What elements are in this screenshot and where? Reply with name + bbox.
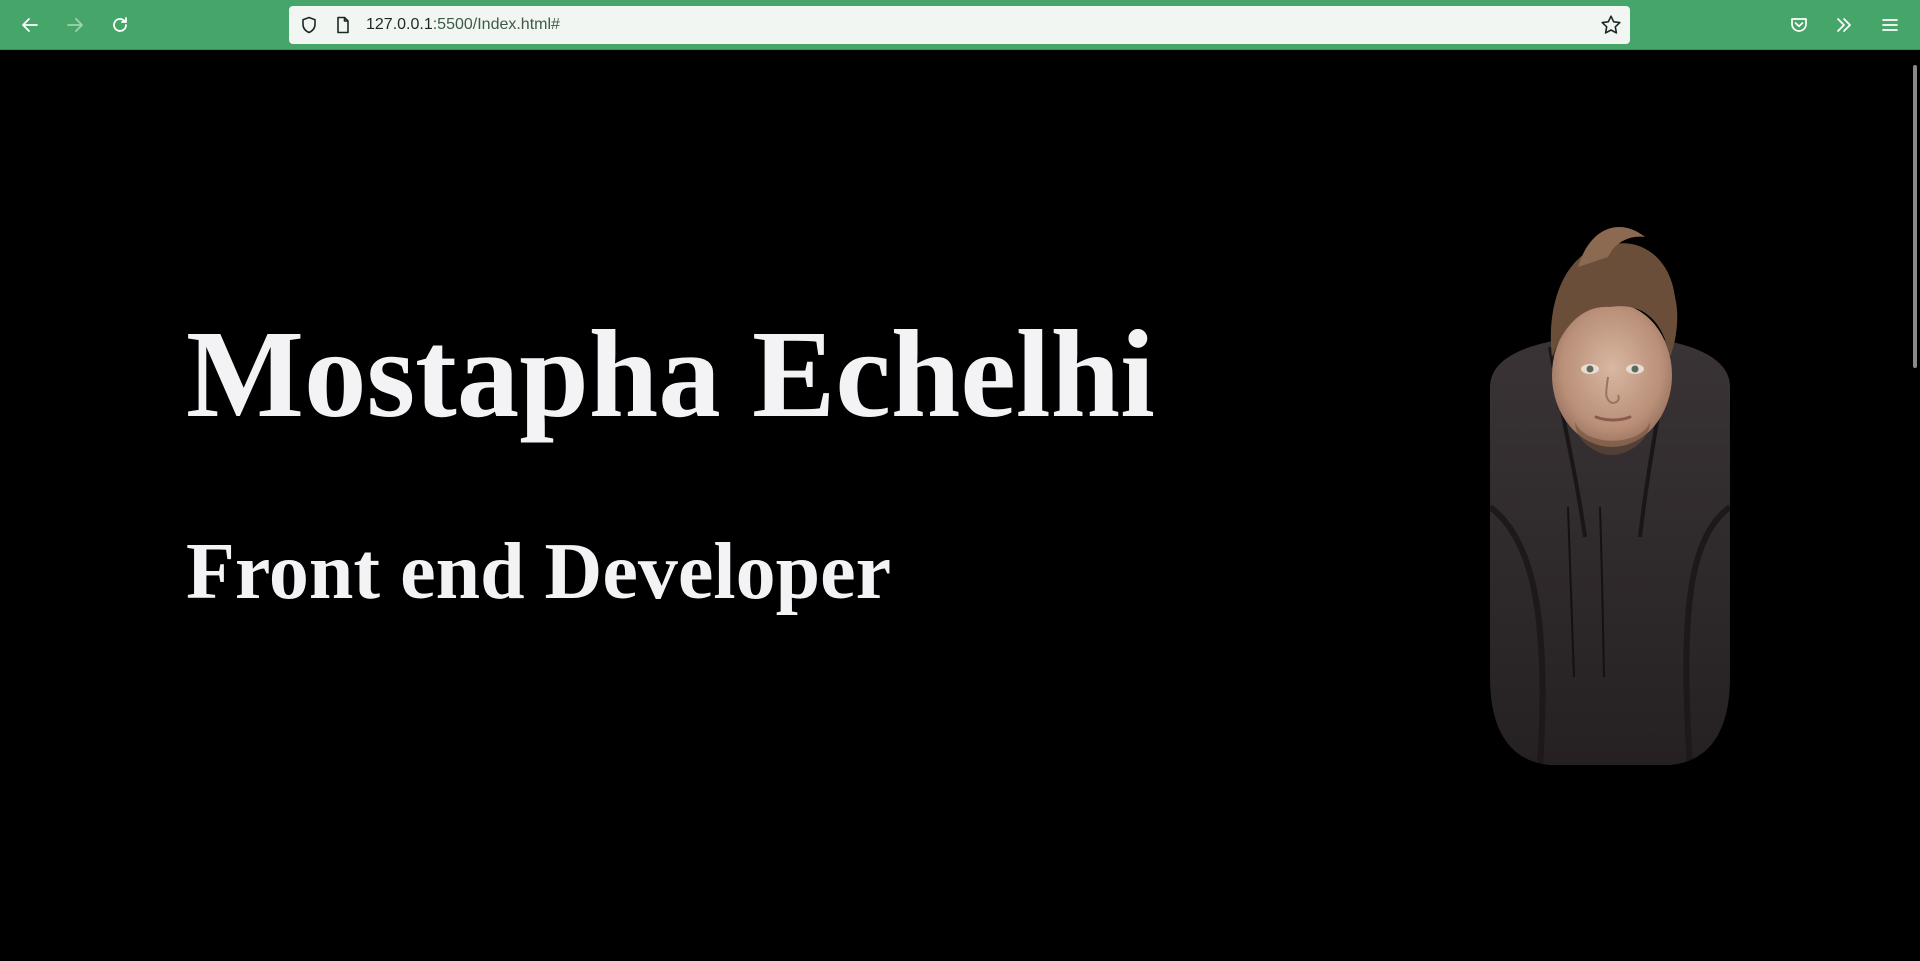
hero-name: Mostapha Echelhi xyxy=(186,306,1155,444)
forward-button[interactable] xyxy=(59,9,91,41)
scrollbar-thumb[interactable] xyxy=(1913,65,1917,368)
hamburger-menu-icon xyxy=(1882,19,1898,31)
pocket-icon xyxy=(1791,18,1807,32)
reload-icon xyxy=(113,17,127,32)
url-path: :5500/Index.html# xyxy=(432,16,560,33)
page-scrollbar[interactable] xyxy=(1906,51,1920,961)
arrow-right-icon xyxy=(67,18,83,32)
profile-photo xyxy=(1490,227,1730,765)
reload-button[interactable] xyxy=(104,9,136,41)
arrow-left-icon xyxy=(22,18,38,32)
star-icon[interactable] xyxy=(1600,14,1622,36)
address-bar[interactable]: 127.0.0.1:5500/Index.html# xyxy=(289,6,1630,44)
overflow-button[interactable] xyxy=(1828,9,1860,41)
back-button[interactable] xyxy=(14,9,46,41)
menu-button[interactable] xyxy=(1874,9,1906,41)
chevrons-right-icon xyxy=(1837,18,1851,32)
page-icon[interactable] xyxy=(334,16,352,34)
shield-icon[interactable] xyxy=(300,16,318,34)
url-text[interactable]: 127.0.0.1:5500/Index.html# xyxy=(366,6,560,44)
pocket-button[interactable] xyxy=(1783,9,1815,41)
browser-toolbar: 127.0.0.1:5500/Index.html# xyxy=(0,0,1920,50)
hero-role: Front end Developer xyxy=(186,528,892,616)
url-host: 127.0.0.1 xyxy=(366,16,433,33)
